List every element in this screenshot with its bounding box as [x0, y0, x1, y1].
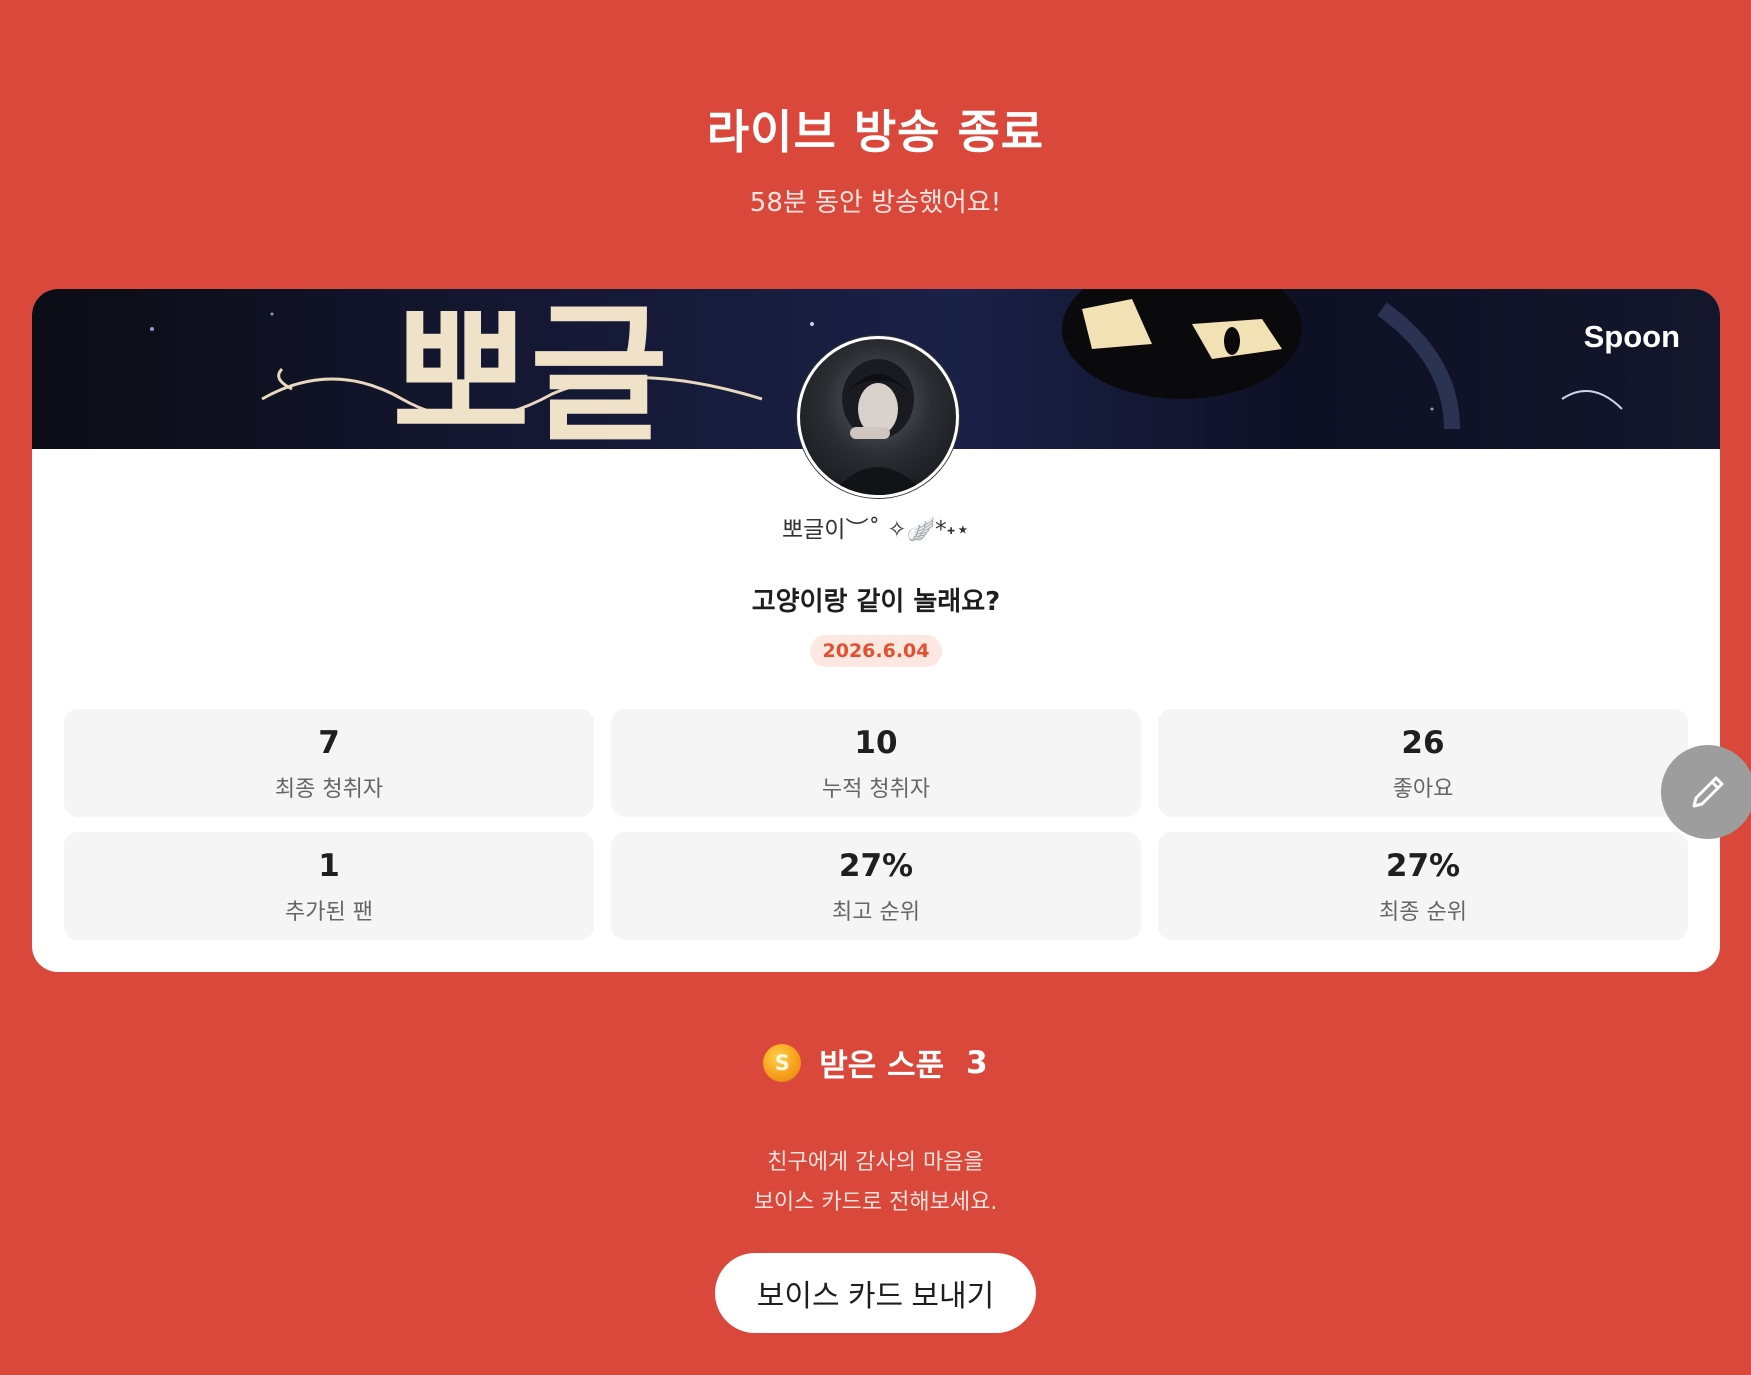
received-spoons: S 받은 스푼 3 — [0, 1040, 1751, 1085]
stat-label: 최종 순위 — [1379, 900, 1467, 925]
stat-new-fans: 1 추가된 팬 — [64, 832, 594, 940]
avatar-image — [830, 359, 926, 495]
live-title: 고양이랑 같이 놀래요? — [751, 587, 1001, 617]
stat-value: 27% — [838, 848, 914, 884]
stat-label: 좋아요 — [1392, 777, 1454, 802]
stat-label: 최고 순위 — [832, 900, 920, 925]
stat-value: 27% — [1385, 848, 1461, 884]
stat-likes: 26 좋아요 — [1158, 709, 1688, 817]
username: 뽀글이︶˚ ✧🪽*˖⋆ — [781, 517, 971, 543]
avatar[interactable] — [797, 336, 959, 498]
edit-button[interactable] — [1661, 745, 1751, 839]
svg-text:뽀글: 뽀글 — [392, 289, 668, 449]
stat-best-rank: 27% 최고 순위 — [611, 832, 1141, 940]
voice-card-message-line2: 보이스 카드로 전해보세요. — [753, 1190, 998, 1215]
live-summary-card: 뽀글 Spoon 뽀글이︶˚ ✧🪽*˖⋆ 고양이랑 같이 놀래요? 2026.6… — [32, 289, 1720, 972]
spoon-logo: Spoon — [1583, 319, 1680, 354]
stat-label: 최종 청취자 — [274, 777, 384, 802]
stat-label: 누적 청취자 — [821, 777, 931, 802]
stat-total-listeners: 10 누적 청취자 — [611, 709, 1141, 817]
stat-value: 7 — [318, 725, 340, 761]
page-title: 라이브 방송 종료 — [706, 105, 1045, 159]
stat-final-listeners: 7 최종 청취자 — [64, 709, 594, 817]
send-voice-card-button[interactable]: 보이스 카드 보내기 — [715, 1253, 1036, 1333]
stats-grid: 7 최종 청취자 10 누적 청취자 26 좋아요 1 추가된 팬 27% 최고… — [64, 709, 1688, 940]
date-badge: 2026.6.04 — [809, 635, 943, 667]
received-spoons-count: 3 — [966, 1044, 988, 1081]
spoon-coin-icon: S — [763, 1043, 802, 1082]
stat-final-rank: 27% 최종 순위 — [1158, 832, 1688, 940]
voice-card-message-line1: 친구에게 감사의 마음을 — [767, 1150, 984, 1175]
voice-card-message: 친구에게 감사의 마음을 보이스 카드로 전해보세요. — [0, 1143, 1751, 1223]
page-subtitle: 58분 동안 방송했어요! — [749, 188, 1002, 218]
stat-value: 1 — [318, 848, 340, 884]
pencil-icon — [1692, 776, 1724, 808]
received-spoons-label: 받은 스푼 — [819, 1048, 945, 1084]
stat-value: 10 — [854, 725, 898, 761]
stat-value: 26 — [1401, 725, 1445, 761]
stat-label: 추가된 팬 — [285, 900, 373, 925]
